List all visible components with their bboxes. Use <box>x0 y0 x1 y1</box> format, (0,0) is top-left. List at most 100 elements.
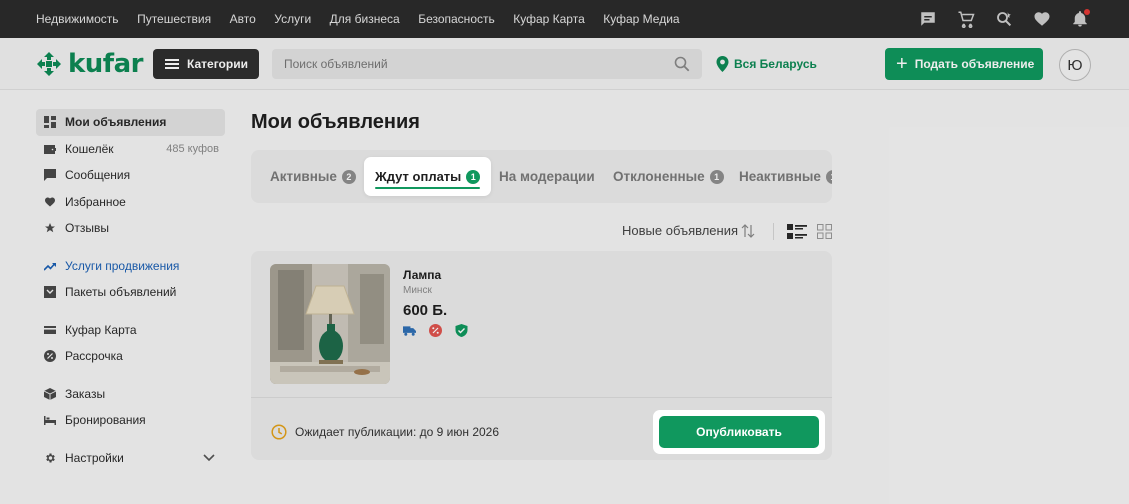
favorites-icon[interactable] <box>1033 10 1051 28</box>
sidebar-item-kufar-card[interactable]: Куфар Карта <box>36 317 225 344</box>
tab-on-moderation[interactable]: На модерации <box>499 169 595 184</box>
header: kufar Категории Вся Беларусь + Подать об… <box>0 38 1129 90</box>
top-nav: Недвижимость Путешествия Авто Услуги Для… <box>0 12 698 26</box>
topnav-link-kufar-media[interactable]: Куфар Медиа <box>603 12 679 26</box>
post-ad-label: Подать объявление <box>914 57 1035 71</box>
bed-icon <box>44 414 56 426</box>
divider <box>251 397 832 398</box>
sidebar-item-reviews[interactable]: Отзывы <box>36 215 225 242</box>
package-icon <box>44 286 56 299</box>
sidebar-item-label: Сообщения <box>65 168 131 183</box>
trending-icon <box>44 260 56 272</box>
sidebar-item-bookings[interactable]: Бронирования <box>36 407 225 434</box>
sidebar-item-label: Кошелёк <box>65 141 114 156</box>
listing-price: 600 Б. <box>403 302 448 319</box>
topnav-link-business[interactable]: Для бизнеса <box>330 12 400 26</box>
sidebar-item-promotion[interactable]: Услуги продвижения <box>36 253 225 280</box>
sidebar-item-label: Избранное <box>65 194 126 209</box>
chevron-down-icon[interactable] <box>203 454 215 462</box>
search-saved-icon[interactable] <box>995 10 1013 28</box>
star-icon <box>44 222 56 234</box>
page-title: Мои объявления <box>251 111 420 133</box>
sidebar-item-label: Услуги продвижения <box>65 258 180 273</box>
pending-text: Ожидает публикации: до 9 июн 2026 <box>295 425 500 439</box>
tab-count-badge: 2 <box>341 169 356 184</box>
tab-count-badge: 1 <box>825 169 832 184</box>
active-tab-underline <box>375 187 480 189</box>
tab-awaiting-payment[interactable]: Ждут оплаты 1 <box>364 157 491 196</box>
menu-icon <box>165 59 179 69</box>
topnav-link-travel[interactable]: Путешествия <box>137 12 211 26</box>
box-icon <box>44 387 56 400</box>
listing-city: Минск <box>403 285 432 296</box>
sidebar-item-label: Отзывы <box>65 221 109 236</box>
location-pin-icon <box>716 56 729 72</box>
tab-rejected[interactable]: Отклоненные 1 <box>613 169 724 184</box>
notifications-icon[interactable] <box>1071 9 1090 28</box>
region-selector[interactable]: Вся Беларусь <box>716 56 817 72</box>
tab-label: На модерации <box>499 169 595 184</box>
dashboard-icon <box>44 116 56 129</box>
search-input[interactable] <box>272 49 702 79</box>
topnav-link-kufar-card[interactable]: Куфар Карта <box>513 12 585 26</box>
topnav-link-auto[interactable]: Авто <box>230 12 256 26</box>
sidebar-item-label: Заказы <box>65 386 106 401</box>
listing-badges <box>403 324 481 337</box>
sidebar-item-orders[interactable]: Заказы <box>36 381 225 408</box>
sidebar-item-label: Мои объявления <box>65 115 167 130</box>
sidebar: Мои объявления Кошелёк 485 куфов Сообщен… <box>36 109 225 471</box>
list-view-icon[interactable] <box>787 223 807 241</box>
sidebar-item-packages[interactable]: Пакеты объявлений <box>36 279 225 306</box>
sidebar-item-installment[interactable]: Рассрочка <box>36 343 225 370</box>
sidebar-item-messages[interactable]: Сообщения <box>36 162 225 189</box>
discount-icon <box>429 324 442 337</box>
sidebar-item-wallet[interactable]: Кошелёк 485 куфов <box>36 136 225 163</box>
listing-title[interactable]: Лампа <box>403 268 441 282</box>
tab-count-badge: 1 <box>709 169 724 184</box>
installment-icon <box>44 350 56 363</box>
publish-button[interactable]: Опубликовать <box>659 416 819 448</box>
search-icon[interactable] <box>674 56 690 72</box>
card-icon <box>44 324 56 336</box>
listing-photo[interactable] <box>270 264 390 384</box>
clock-icon <box>271 424 287 440</box>
sort-selector[interactable]: Новые объявления <box>622 223 755 238</box>
tab-label: Активные <box>270 169 337 184</box>
categories-label: Категории <box>187 57 248 71</box>
sidebar-item-label: Куфар Карта <box>65 322 137 337</box>
sidebar-item-favorites[interactable]: Избранное <box>36 189 225 216</box>
cart-icon[interactable] <box>957 10 975 28</box>
logo-text: kufar <box>68 49 143 79</box>
sidebar-item-my-ads[interactable]: Мои объявления <box>36 109 225 136</box>
categories-button[interactable]: Категории <box>153 49 259 79</box>
kufar-logo[interactable]: kufar <box>36 49 143 79</box>
topnav-link-security[interactable]: Безопасность <box>418 12 495 26</box>
sidebar-item-settings[interactable]: Настройки <box>36 445 225 472</box>
post-ad-button[interactable]: + Подать объявление <box>885 48 1043 80</box>
verified-icon <box>455 324 468 337</box>
topnav-link-services[interactable]: Услуги <box>274 12 311 26</box>
messages-icon[interactable] <box>919 10 937 28</box>
pending-status: Ожидает публикации: до 9 июн 2026 <box>271 424 499 440</box>
sidebar-item-label: Рассрочка <box>65 349 123 364</box>
wallet-icon <box>44 143 56 155</box>
sidebar-item-label: Пакеты объявлений <box>65 285 177 300</box>
status-tabs: Активные 2 На модерации Отклоненные 1 Не… <box>251 150 832 203</box>
chat-icon <box>44 169 56 182</box>
sidebar-item-label: Настройки <box>65 450 124 465</box>
region-label: Вся Беларусь <box>734 57 817 71</box>
top-bar: Недвижимость Путешествия Авто Услуги Для… <box>0 0 1129 38</box>
grid-view-icon[interactable] <box>817 224 832 239</box>
top-icons <box>899 0 1090 38</box>
tab-active[interactable]: Активные 2 <box>270 169 356 184</box>
settings-icon <box>44 452 56 464</box>
heart-icon <box>44 196 56 208</box>
avatar[interactable]: Ю <box>1059 49 1091 81</box>
notification-dot <box>1084 9 1090 15</box>
tab-inactive[interactable]: Неактивные 1 <box>739 169 832 184</box>
tab-label: Неактивные <box>739 169 821 184</box>
divider <box>773 223 774 240</box>
tab-label: Ждут оплаты <box>375 169 462 184</box>
delivery-icon <box>403 326 416 336</box>
topnav-link-realty[interactable]: Недвижимость <box>36 12 119 26</box>
